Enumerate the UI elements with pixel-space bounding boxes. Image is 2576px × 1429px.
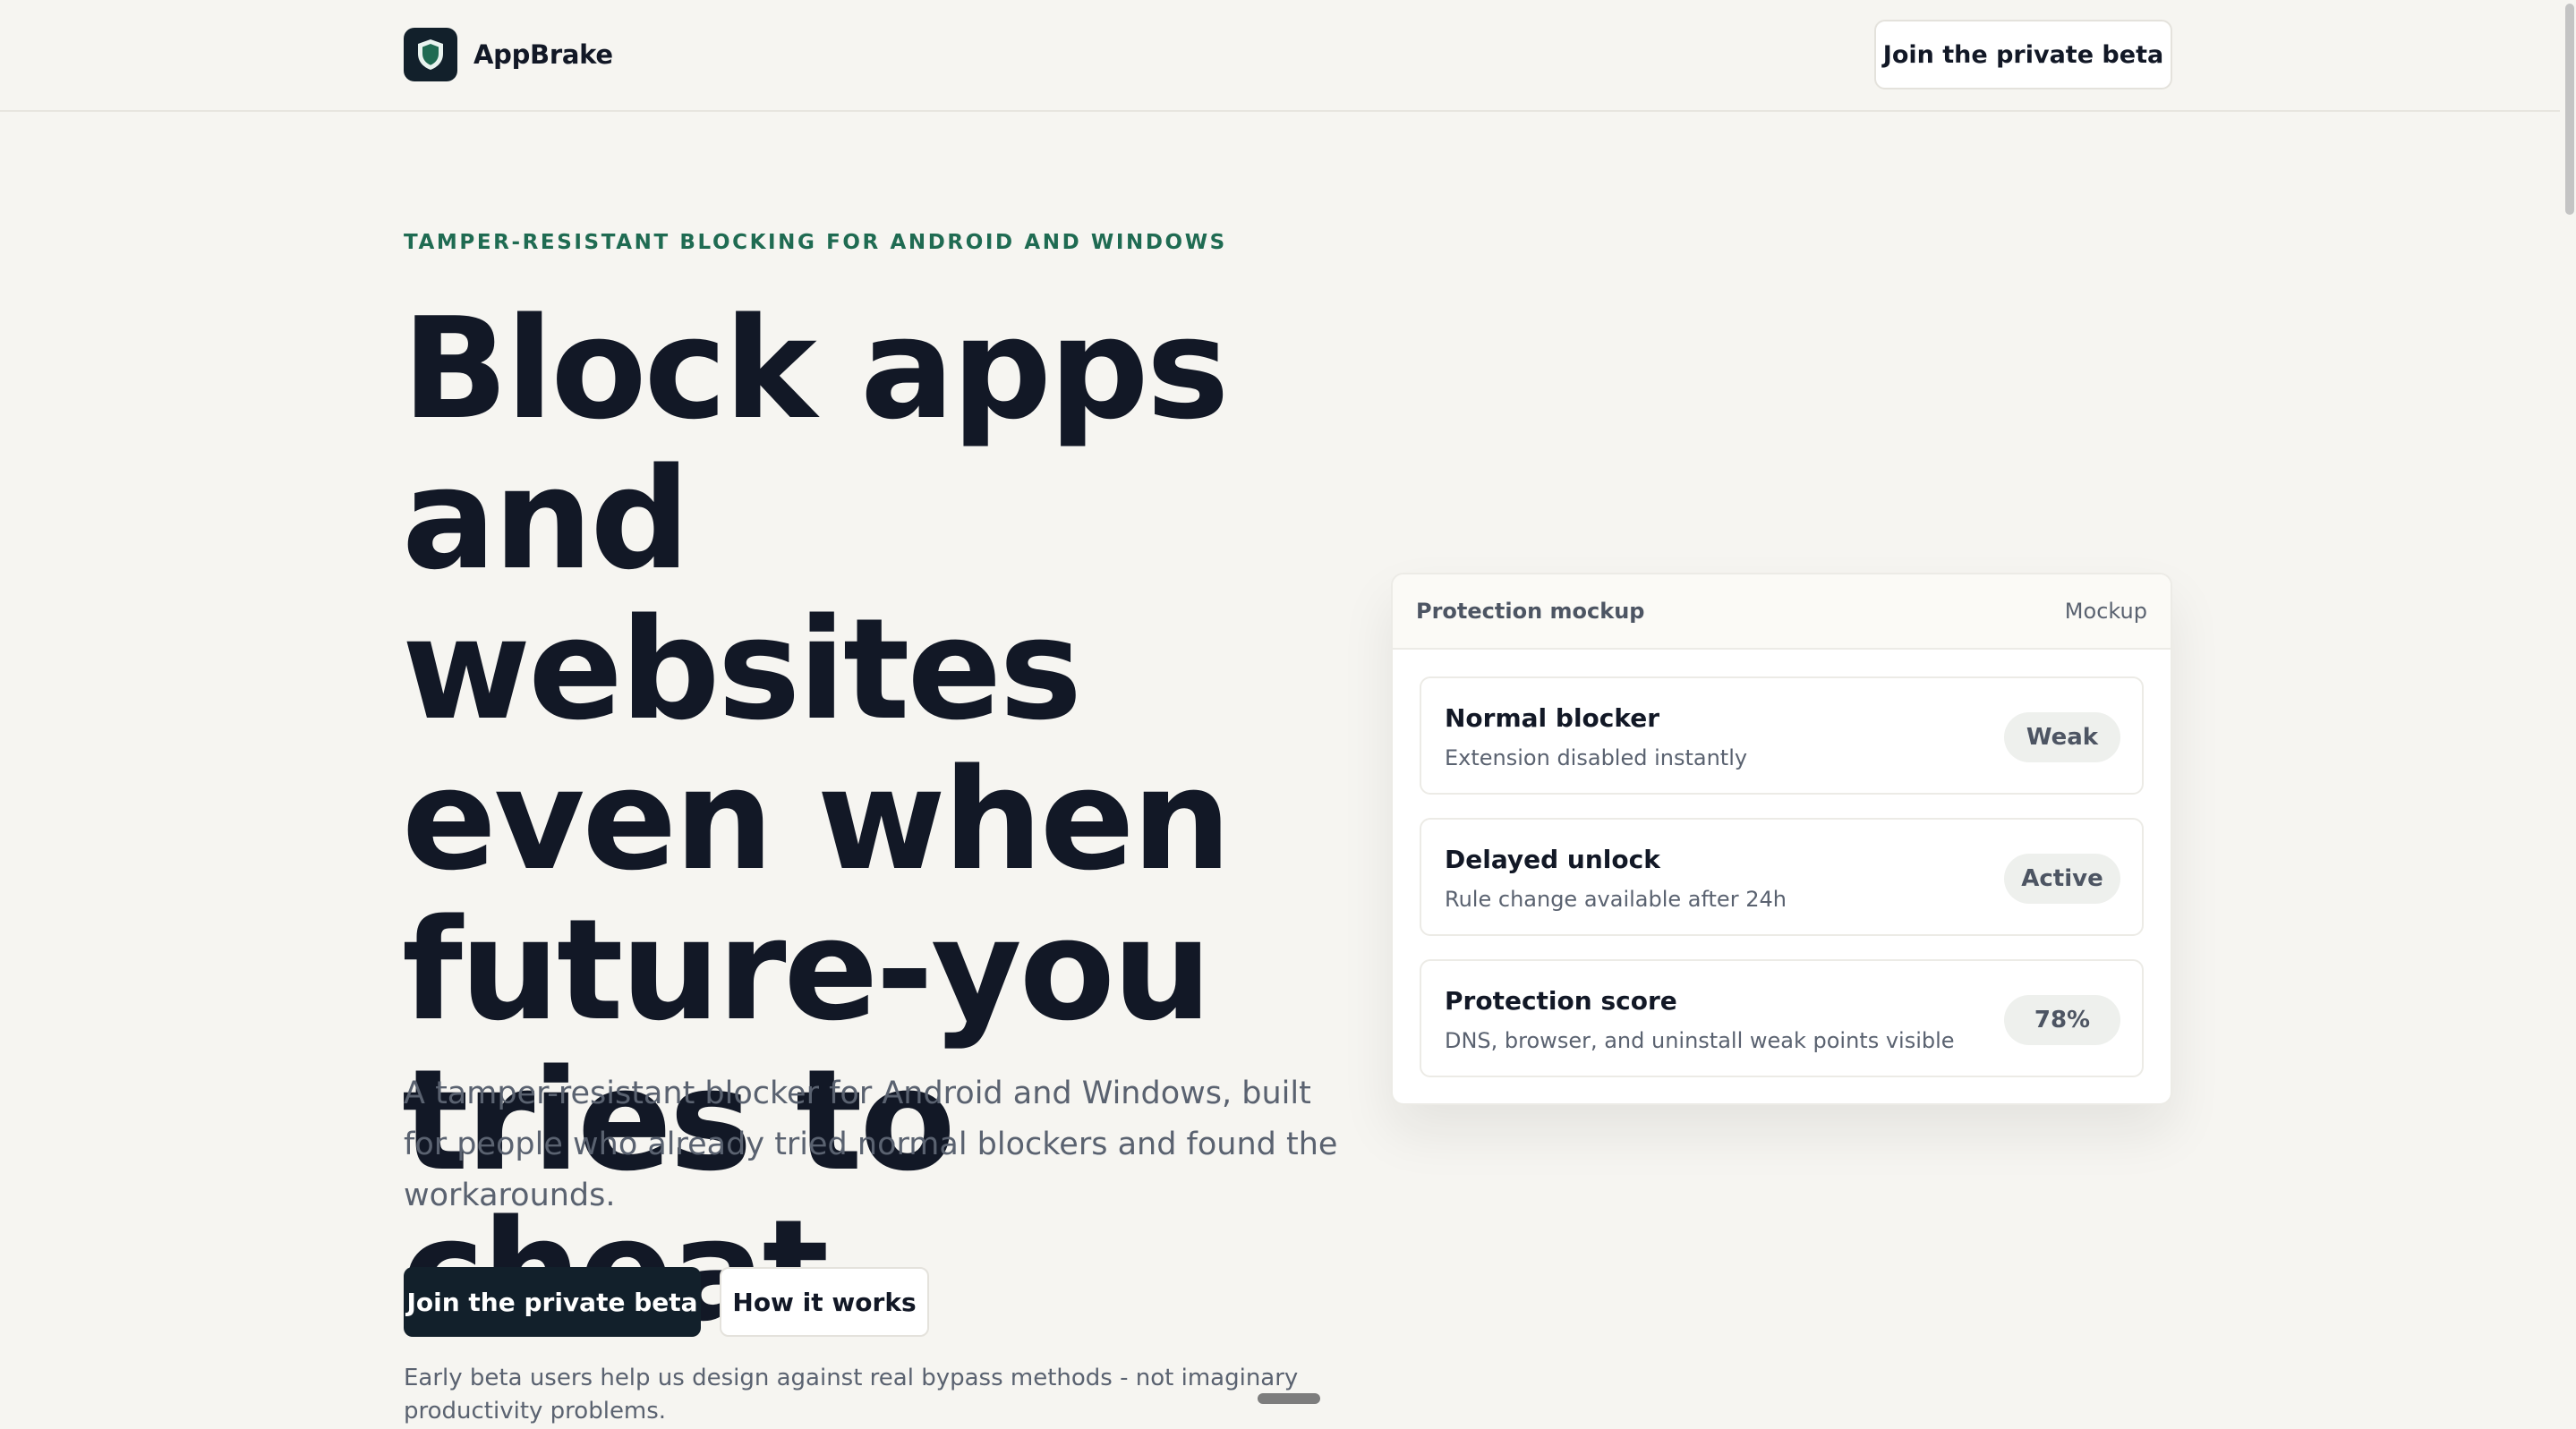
brand[interactable]: AppBrake — [404, 28, 613, 81]
headline-line: even when — [402, 738, 1232, 901]
mockup-row-delayed-unlock: Delayed unlock Rule change available aft… — [1420, 818, 2144, 936]
hero-eyebrow: TAMPER-RESISTANT BLOCKING FOR ANDROID AN… — [404, 231, 1227, 254]
scroll-indicator — [1258, 1393, 1320, 1404]
header-join-beta-button[interactable]: Join the private beta — [1874, 20, 2172, 89]
card-header: Protection mockup Mockup — [1393, 574, 2171, 650]
shield-icon — [404, 28, 457, 81]
headline-line: Block apps — [402, 287, 1230, 450]
mockup-rows: Normal blocker Extension disabled instan… — [1393, 650, 2171, 1077]
protection-mockup-card: Protection mockup Mockup Normal blocker … — [1391, 573, 2172, 1105]
join-beta-button[interactable]: Join the private beta — [404, 1267, 701, 1337]
status-badge: 78% — [2004, 995, 2120, 1045]
brand-name: AppBrake — [473, 39, 613, 70]
headline-line: future-you — [402, 889, 1212, 1051]
headline-line: and websites — [402, 438, 1082, 751]
beta-note: Early beta users help us design against … — [404, 1365, 1299, 1425]
mockup-row-protection-score: Protection score DNS, browser, and unins… — [1420, 959, 2144, 1077]
site-header: AppBrake Join the private beta — [0, 0, 2560, 112]
vertical-scrollbar[interactable] — [2560, 0, 2576, 1429]
status-badge: Weak — [2004, 712, 2120, 762]
how-it-works-button[interactable]: How it works — [720, 1267, 929, 1337]
mockup-row-normal-blocker: Normal blocker Extension disabled instan… — [1420, 676, 2144, 795]
scrollbar-thumb[interactable] — [2565, 4, 2574, 215]
landing-page: AppBrake Join the private beta TAMPER-RE… — [0, 0, 2576, 1429]
card-tag: Mockup — [2064, 599, 2147, 624]
card-title: Protection mockup — [1416, 599, 1645, 624]
hero-lead: A tamper-resistant blocker for Android a… — [404, 1076, 1338, 1213]
status-badge: Active — [2004, 854, 2120, 904]
